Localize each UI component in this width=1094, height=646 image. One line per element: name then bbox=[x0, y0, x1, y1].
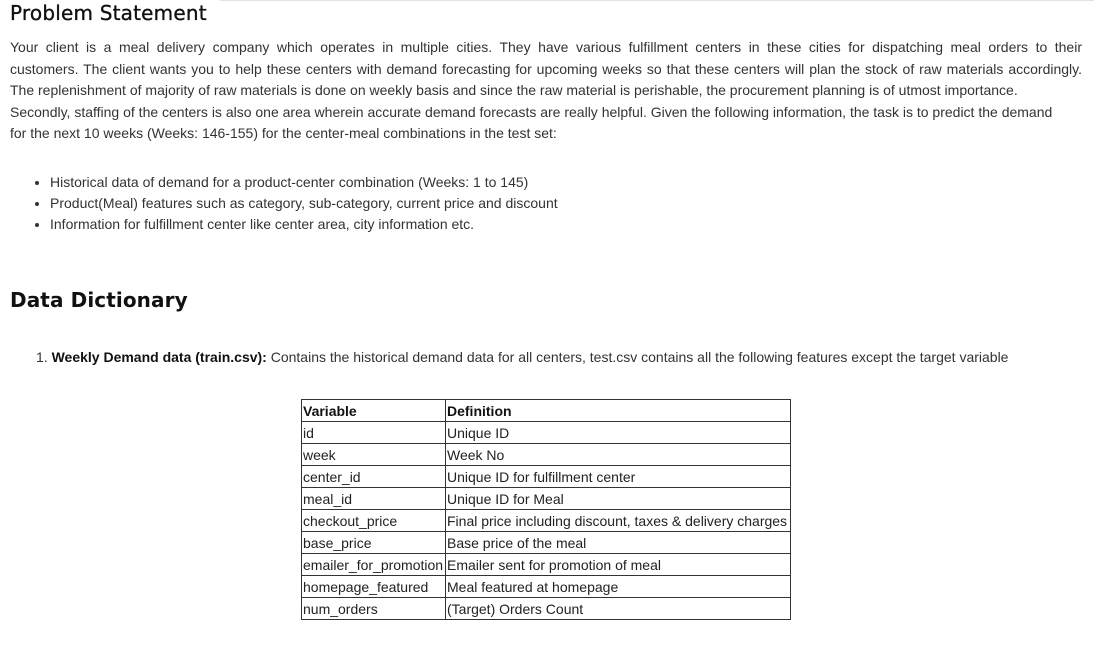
definition-cell: Unique ID for fulfillment center bbox=[445, 465, 791, 488]
variable-cell: meal_id bbox=[301, 487, 446, 510]
variable-cell: center_id bbox=[301, 465, 446, 488]
table-row: center_id Unique ID for fulfillment cent… bbox=[301, 465, 791, 488]
definition-cell: Unique ID for Meal bbox=[445, 487, 791, 510]
bullet-item: Product(Meal) features such as category,… bbox=[50, 193, 558, 214]
table-row: meal_id Unique ID for Meal bbox=[301, 487, 791, 510]
data-dictionary-table: Variable Definition id Unique ID week We… bbox=[301, 399, 791, 620]
definition-cell: Week No bbox=[445, 443, 791, 466]
list-item-number: 1. bbox=[36, 349, 48, 365]
list-item-label: Weekly Demand data (train.csv): bbox=[51, 349, 267, 365]
data-dictionary-heading: Data Dictionary bbox=[10, 288, 188, 312]
table-row: emailer_for_promotion Emailer sent for p… bbox=[301, 553, 791, 576]
bullet-item: Information for fulfillment center like … bbox=[50, 214, 558, 235]
variable-cell: week bbox=[301, 443, 446, 466]
variable-cell: emailer_for_promotion bbox=[301, 553, 446, 576]
bullet-item: Historical data of demand for a product-… bbox=[50, 172, 558, 193]
definition-cell: (Target) Orders Count bbox=[445, 597, 791, 620]
table-row: week Week No bbox=[301, 443, 791, 466]
variable-cell: base_price bbox=[301, 531, 446, 554]
data-dictionary-list: 1. Weekly Demand data (train.csv): Conta… bbox=[36, 347, 1008, 368]
column-header-definition: Definition bbox=[445, 399, 791, 422]
table-row: id Unique ID bbox=[301, 421, 791, 444]
paragraph-line: for the next 10 weeks (Weeks: 146-155) f… bbox=[10, 125, 557, 141]
paragraph-line: Your client is a meal delivery company w… bbox=[10, 39, 1082, 55]
information-bullet-list: Historical data of demand for a product-… bbox=[30, 172, 558, 235]
paragraph-line: The replenishment of majority of raw mat… bbox=[10, 82, 1018, 98]
variable-cell: homepage_featured bbox=[301, 575, 446, 598]
table-header-row: Variable Definition bbox=[301, 399, 791, 422]
paragraph-line: customers. The client wants you to help … bbox=[10, 60, 1082, 77]
definition-cell: Emailer sent for promotion of meal bbox=[445, 553, 791, 576]
definition-cell: Unique ID bbox=[445, 421, 791, 444]
table-row: base_price Base price of the meal bbox=[301, 531, 791, 554]
problem-statement-heading: Problem Statement bbox=[10, 1, 207, 25]
definition-cell: Final price including discount, taxes & … bbox=[445, 509, 791, 532]
paragraph-line: Secondly, staffing of the centers is als… bbox=[10, 103, 1053, 120]
variable-cell: num_orders bbox=[301, 597, 446, 620]
table-row: num_orders (Target) Orders Count bbox=[301, 597, 791, 620]
list-item-text: Contains the historical demand data for … bbox=[266, 349, 1009, 365]
definition-cell: Meal featured at homepage bbox=[445, 575, 791, 598]
variable-cell: id bbox=[301, 421, 446, 444]
variable-cell: checkout_price bbox=[301, 509, 446, 532]
top-divider bbox=[220, 0, 1094, 1]
column-header-variable: Variable bbox=[301, 399, 446, 422]
table-row: homepage_featured Meal featured at homep… bbox=[301, 575, 791, 598]
table-row: checkout_price Final price including dis… bbox=[301, 509, 791, 532]
problem-statement-paragraph: Your client is a meal delivery company w… bbox=[10, 37, 1082, 145]
list-item-weekly-demand: 1. Weekly Demand data (train.csv): Conta… bbox=[36, 347, 1008, 368]
definition-cell: Base price of the meal bbox=[445, 531, 791, 554]
